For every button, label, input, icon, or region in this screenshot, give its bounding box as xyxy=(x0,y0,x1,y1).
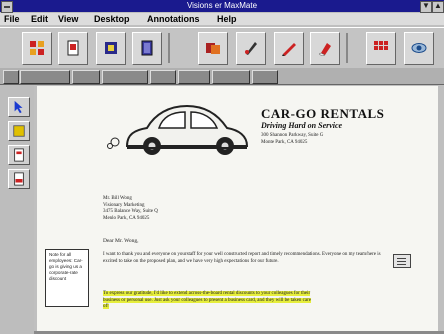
page-field-button[interactable] xyxy=(102,70,148,84)
company-address: 300 Shannon Parkway, Suite G Monte Park,… xyxy=(261,133,324,145)
app-window: Visions er MaxMate ▼ ▲ File Edit View De… xyxy=(0,0,444,334)
annotation-tool-palette xyxy=(0,85,34,334)
scroll-left-button[interactable] xyxy=(3,70,19,84)
stamp-tool-button[interactable] xyxy=(96,32,126,65)
menu-annotations[interactable]: Annotations xyxy=(147,13,200,25)
document-tool-button[interactable] xyxy=(58,32,88,65)
toolbar-separator xyxy=(168,33,170,63)
menu-edit[interactable]: Edit xyxy=(31,13,48,25)
sticky-note-annotation[interactable]: Note for all employees: Car-go is giving… xyxy=(45,249,89,307)
menu-view[interactable]: View xyxy=(58,13,78,25)
eraser-tool-icon xyxy=(318,43,331,56)
company-name: CAR-GO RENTALS xyxy=(261,106,385,121)
eraser-tool-button[interactable] xyxy=(310,32,340,65)
sticky-note-text: Note for all employees: Car-go is giving… xyxy=(49,252,83,281)
eye-tool-button[interactable] xyxy=(404,32,434,65)
grid-tool-icon xyxy=(30,41,44,55)
pages-tool-icon xyxy=(206,43,220,54)
maximize-button[interactable]: ▲ xyxy=(432,1,444,13)
page-tool-icon xyxy=(14,148,24,162)
note-tool-button[interactable] xyxy=(8,121,30,141)
pen-tool-icon xyxy=(245,42,257,55)
pages-tool-button[interactable] xyxy=(198,32,228,65)
pencil-tool-icon xyxy=(282,43,296,56)
page-nav-button[interactable] xyxy=(20,70,70,84)
recipient-address: Mr. Bill Wong Visionary Marketing 3475 B… xyxy=(103,196,158,221)
binder-tool-button[interactable] xyxy=(132,32,162,65)
page-tool-button[interactable] xyxy=(8,145,30,165)
grid-tool-button[interactable] xyxy=(22,32,52,65)
menu-help[interactable]: Help xyxy=(217,13,237,25)
secondary-toolbar xyxy=(0,68,444,85)
pointer-tool-button[interactable] xyxy=(8,97,30,117)
main-toolbar xyxy=(0,27,444,69)
toolbar-separator xyxy=(346,33,348,63)
menu-bar: File Edit View Desktop Annotations Help xyxy=(0,13,444,25)
menu-file[interactable]: File xyxy=(4,13,20,25)
pointer-tool-icon xyxy=(14,100,23,114)
salutation: Dear Mr. Wong, xyxy=(103,238,139,244)
document-view[interactable]: CAR-GO RENTALS Driving Hard on Service 3… xyxy=(37,86,438,331)
system-menu-icon[interactable] xyxy=(1,1,13,13)
car-logo-icon xyxy=(107,104,249,155)
highlight-annotation: To express our gratitude, I'd like to ex… xyxy=(103,291,311,309)
binder-tool-icon xyxy=(141,40,153,56)
apps-tool-button[interactable] xyxy=(366,32,396,65)
menu-desktop[interactable]: Desktop xyxy=(94,13,130,25)
window-title: Visions er MaxMate xyxy=(186,1,258,10)
company-tagline: Driving Hard on Service xyxy=(261,121,343,130)
eye-tool-icon xyxy=(411,43,427,53)
zoom-in-button[interactable] xyxy=(212,70,250,84)
apps-tool-icon xyxy=(374,41,388,50)
pencil-tool-button[interactable] xyxy=(274,32,304,65)
collapsed-note-icon[interactable] xyxy=(393,254,411,268)
highlight-tool-button[interactable] xyxy=(8,169,30,189)
rotate-button[interactable] xyxy=(252,70,278,84)
zoom-out-button[interactable] xyxy=(178,70,210,84)
note-tool-icon xyxy=(13,125,25,137)
document-tool-icon xyxy=(67,40,79,56)
letter-paragraph-1: I want to thank you and everyone on your… xyxy=(103,252,381,264)
pen-tool-button[interactable] xyxy=(236,32,266,65)
stamp-tool-icon xyxy=(105,42,117,54)
title-bar: Visions er MaxMate ▼ ▲ xyxy=(0,0,444,13)
highlight-tool-icon xyxy=(14,172,24,186)
prev-page-button[interactable] xyxy=(72,70,100,84)
highlighted-paragraph: To express our gratitude, I'd like to ex… xyxy=(103,291,317,311)
minimize-button[interactable]: ▼ xyxy=(420,1,432,13)
next-page-button[interactable] xyxy=(150,70,176,84)
